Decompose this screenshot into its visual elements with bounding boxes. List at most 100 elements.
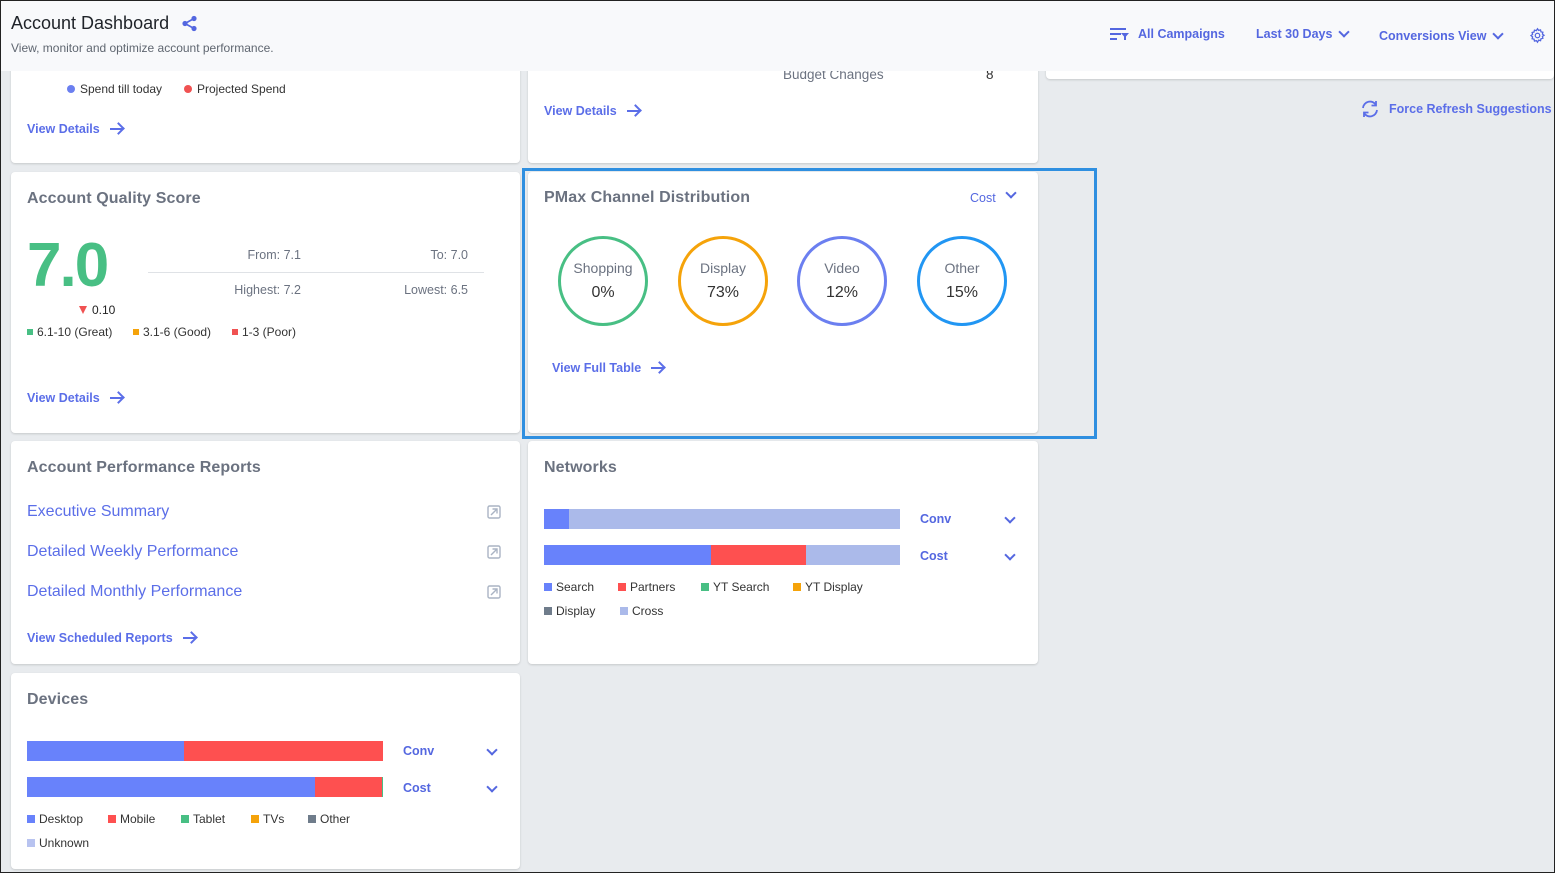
triangle-down-icon — [79, 306, 87, 314]
legend-item-tvs: TVs — [251, 812, 284, 826]
changes-view-details-link[interactable]: View Details — [544, 104, 641, 118]
legend-swatch — [620, 607, 628, 615]
legend-swatch — [27, 815, 35, 823]
view-scheduled-reports-link[interactable]: View Scheduled Reports — [27, 631, 197, 645]
quality-score-delta: 0.10 — [79, 303, 115, 317]
page-title: Account Dashboard — [11, 13, 170, 33]
legend-spend-till-today: Spend till today — [67, 82, 162, 96]
campaign-filter-button[interactable]: All Campaigns — [1110, 27, 1225, 41]
legend-item-cross: Cross — [620, 604, 663, 618]
report-link-executive-summary[interactable]: Executive Summary — [27, 503, 169, 521]
legend-label: Search — [556, 580, 595, 594]
legend-label: Partners — [630, 580, 676, 594]
legend-label: Cross — [632, 604, 664, 618]
legend-swatch — [793, 583, 801, 591]
legend-label: YT Display — [805, 580, 863, 594]
legend-label: YT Search — [713, 580, 770, 594]
legend-label: 3.1-6 (Good) — [143, 325, 212, 339]
chevron-down-icon[interactable] — [486, 744, 498, 756]
channel-label: Shopping — [573, 260, 633, 276]
external-link-icon[interactable] — [487, 585, 501, 599]
legend-label: Mobile — [120, 812, 156, 826]
legend-item-partners: Partners — [618, 580, 675, 594]
networks-card: Networks Conv Cost Search Partners YT Sear… — [528, 441, 1038, 664]
report-link-monthly-performance[interactable]: Detailed Monthly Performance — [27, 583, 242, 601]
view-full-table-link[interactable]: View Full Table — [552, 361, 665, 375]
force-refresh-label: Force Refresh Suggestions — [1389, 102, 1552, 116]
spend-view-details-link[interactable]: View Details — [27, 122, 124, 136]
external-link-icon[interactable] — [487, 505, 501, 519]
view-mode-dropdown[interactable]: Conversions View — [1379, 28, 1505, 43]
share-icon[interactable] — [181, 15, 198, 32]
quality-view-details-link[interactable]: View Details — [27, 391, 124, 405]
external-link-icon[interactable] — [487, 545, 501, 559]
devices-conv-dropdown[interactable]: Conv — [403, 744, 434, 758]
stat-highest: Highest: 7.2 — [234, 283, 301, 297]
channel-label: Video — [824, 260, 860, 276]
legend-swatch — [27, 329, 33, 335]
legend-swatch — [251, 815, 259, 823]
bar-segment-cross — [568, 509, 900, 529]
card-title: PMax Channel Distribution — [544, 189, 751, 206]
gear-icon[interactable] — [1529, 27, 1546, 44]
legend-item-yt-search: YT Search — [701, 580, 769, 594]
metric-label: Cost — [970, 191, 996, 205]
bar-segment-cross — [806, 545, 900, 565]
legend-swatch — [133, 329, 139, 335]
legend-swatch — [701, 583, 709, 591]
channel-value: 15% — [945, 284, 979, 301]
arrow-right-icon — [626, 105, 641, 117]
chevron-down-icon[interactable] — [486, 781, 498, 793]
stat-from: From: 7.1 — [247, 248, 302, 262]
legend-swatch — [618, 583, 626, 591]
channel-value: 12% — [825, 284, 859, 301]
channel-value: 73% — [706, 284, 740, 301]
legend-item-tablet: Tablet — [181, 812, 225, 826]
legend-label: Spend till today — [80, 82, 163, 96]
view-mode-label: Conversions View — [1379, 29, 1487, 43]
arrow-right-icon — [651, 362, 665, 374]
legend-swatch — [181, 815, 189, 823]
chevron-down-icon[interactable] — [1004, 512, 1016, 524]
report-link-weekly-performance[interactable]: Detailed Weekly Performance — [27, 543, 238, 561]
legend-label: Desktop — [39, 812, 84, 826]
date-range-label: Last 30 Days — [1256, 27, 1333, 41]
bar-segment-desktop — [27, 741, 184, 761]
legend-great: 6.1-10 (Great) — [27, 325, 112, 339]
arrow-right-icon — [182, 632, 197, 644]
bar-segment-desktop — [27, 777, 316, 797]
view-details-label: View Details — [544, 104, 617, 118]
chevron-down-icon — [1005, 187, 1017, 199]
legend-item-desktop: Desktop — [27, 812, 83, 826]
legend-label: 6.1-10 (Great) — [37, 325, 113, 339]
pmax-channel-distribution-card: PMax Channel Distribution Cost Shopping … — [528, 172, 1038, 433]
bar-segment-search — [544, 545, 712, 565]
date-range-dropdown[interactable]: Last 30 Days — [1256, 26, 1351, 41]
legend-item-other: Other — [308, 812, 350, 826]
legend-item-mobile: Mobile — [108, 812, 155, 826]
legend-swatch — [544, 607, 552, 615]
bar-segment-tablet — [381, 777, 383, 797]
legend-label: Display — [556, 604, 596, 618]
devices-cost-bar — [27, 777, 383, 797]
legend-item-unknown: Unknown — [27, 836, 89, 850]
pmax-metric-dropdown[interactable]: Cost — [970, 187, 1030, 205]
force-refresh-button[interactable]: Force Refresh Suggestions — [1360, 99, 1552, 119]
networks-cost-dropdown[interactable]: Cost — [920, 549, 948, 563]
bar-segment-partners — [711, 545, 807, 565]
channel-shopping: Shopping 0% — [558, 236, 648, 326]
legend-label: Projected Spend — [197, 82, 286, 96]
card-title: Account Performance Reports — [27, 459, 261, 476]
card-title: Account Quality Score — [27, 190, 201, 207]
networks-conv-dropdown[interactable]: Conv — [920, 512, 951, 526]
page-header: Account Dashboard View, monitor and opti… — [1, 1, 1554, 71]
channel-label: Other — [944, 260, 980, 276]
networks-conv-bar — [544, 509, 900, 529]
legend-dot — [184, 85, 192, 93]
divider — [148, 272, 484, 273]
legend-label: 1-3 (Poor) — [242, 325, 297, 339]
channel-value: 0% — [591, 284, 615, 301]
devices-cost-dropdown[interactable]: Cost — [403, 781, 431, 795]
chevron-down-icon[interactable] — [1004, 549, 1016, 561]
page-subtitle: View, monitor and optimize account perfo… — [11, 41, 274, 55]
